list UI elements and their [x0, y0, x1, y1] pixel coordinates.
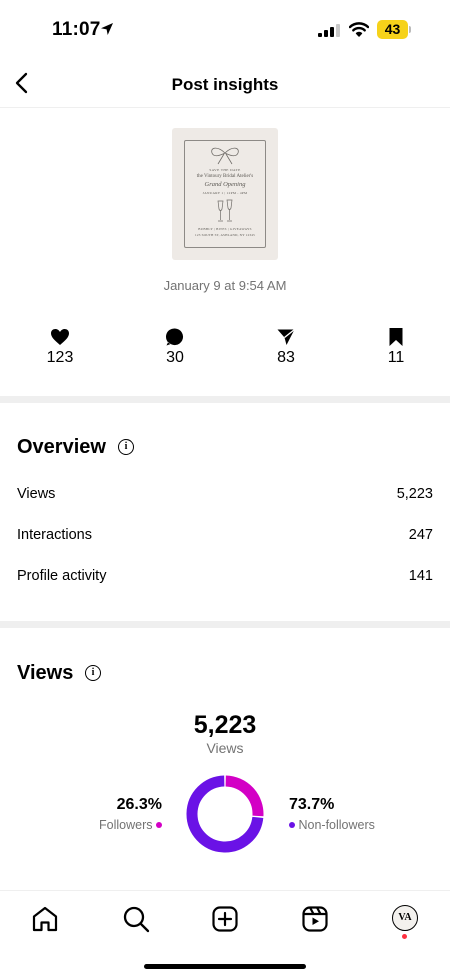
row-label: Views	[17, 486, 56, 502]
thumbnail-text-line: the Vintoury Bridal Atelier's	[196, 174, 254, 179]
battery-indicator: 43	[377, 20, 411, 40]
location-arrow-icon	[101, 23, 113, 35]
followers-dot	[156, 821, 162, 828]
home-icon[interactable]	[30, 904, 60, 934]
shares-count: 83	[277, 349, 295, 366]
views-donut-chart	[186, 775, 264, 853]
row-label: Interactions	[17, 527, 92, 543]
share-arrow-icon	[277, 328, 295, 345]
search-icon[interactable]	[121, 904, 151, 934]
overview-title: Overview	[17, 436, 106, 458]
followers-legend: Followers	[40, 818, 162, 832]
views-title: Views	[17, 662, 74, 684]
row-value: 141	[408, 568, 433, 584]
status-bar: 11:07 43	[0, 0, 450, 58]
nonfollowers-percent: 73.7%	[289, 796, 335, 813]
comments-stat: 30	[135, 327, 215, 367]
donut-segment-followers	[225, 775, 264, 817]
bow-illustration	[211, 147, 239, 165]
page-title: Post insights	[171, 75, 279, 94]
comments-count: 30	[166, 349, 184, 366]
battery-tip	[409, 26, 411, 33]
views-total-label: Views	[206, 740, 244, 756]
row-label: Profile activity	[17, 568, 107, 584]
thumbnail-text-line: JANUARY 1 | 12PM - 4PM	[202, 191, 248, 195]
thumbnail-text-line: 123 SOUTH ST, ASHLAND, NY 12345	[195, 233, 255, 237]
overview-info-icon[interactable]: i	[118, 439, 134, 455]
thumbnail-text-line: SAVE THE DATE	[209, 168, 241, 172]
followers-percent: 26.3%	[116, 796, 162, 813]
champagne-glasses-illustration	[217, 199, 233, 222]
thumbnail-text-line: BUBBLY | BITES | GIVEAWAYS	[198, 227, 252, 231]
heart-icon	[51, 329, 69, 345]
status-time: 11:07	[52, 19, 101, 40]
bookmark-icon	[389, 328, 403, 346]
saves-count: 11	[387, 349, 405, 366]
likes-count: 123	[46, 349, 74, 366]
likes-stat: 123	[20, 327, 100, 367]
section-divider	[0, 396, 450, 403]
views-info-icon[interactable]: i	[85, 665, 101, 681]
thumbnail-text-line: Grand Opening	[204, 181, 246, 188]
followers-label: Followers	[99, 818, 153, 832]
reels-icon[interactable]	[300, 904, 330, 934]
row-value: 5,223	[396, 486, 433, 502]
shares-stat: 83	[246, 327, 326, 367]
cellular-signal-icon	[318, 24, 340, 37]
notification-dot	[402, 934, 407, 939]
avatar-initials: VA	[398, 912, 412, 923]
section-divider	[0, 621, 450, 628]
comment-icon	[165, 328, 184, 346]
profile-avatar[interactable]: VA	[392, 905, 418, 931]
saves-stat: 11	[356, 327, 436, 367]
wifi-icon	[349, 22, 369, 37]
nonfollowers-label: Non-followers	[298, 818, 375, 832]
home-indicator	[144, 964, 306, 969]
nonfollowers-dot	[289, 821, 295, 828]
nonfollowers-legend: Non-followers	[289, 818, 375, 832]
views-total: 5,223	[193, 711, 257, 739]
post-thumbnail[interactable]: SAVE THE DATE the Vintoury Bridal Atelie…	[172, 128, 278, 260]
nav-header: Post insights	[0, 58, 450, 108]
row-value: 247	[408, 527, 433, 543]
create-icon[interactable]	[210, 904, 240, 934]
battery-level: 43	[384, 21, 401, 37]
post-date: January 9 at 9:54 AM	[163, 278, 287, 293]
